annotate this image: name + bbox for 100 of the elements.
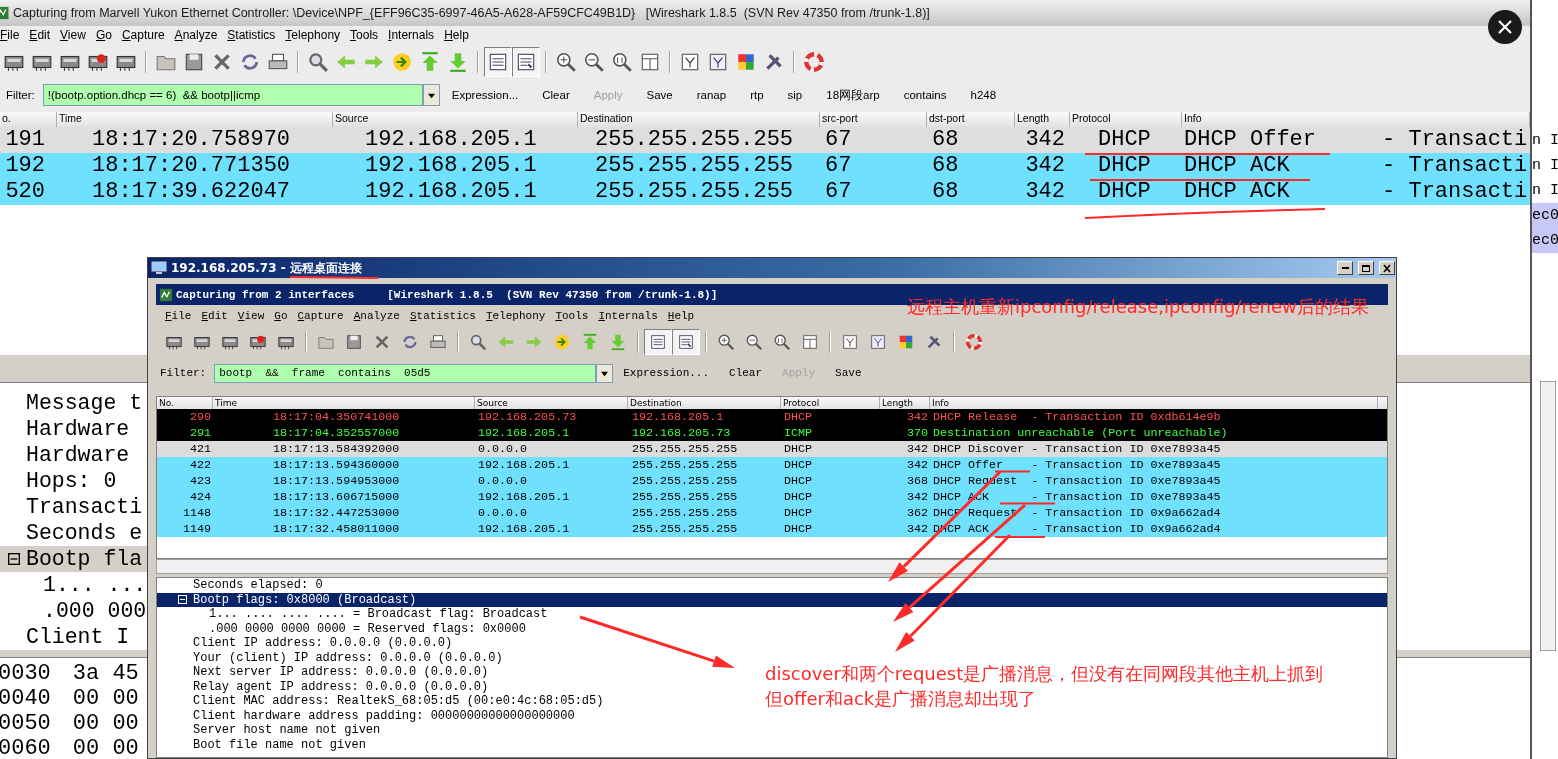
filter-toolbar-button[interactable]: rtp	[738, 89, 776, 101]
table-cell-text: 255.255.255.255	[631, 507, 739, 519]
table-cell-text: 18:17:20.758970	[91, 129, 292, 151]
table-cell-text: 342	[1024, 155, 1066, 177]
menu-item[interactable]: Edit	[24, 28, 56, 42]
tree-row[interactable]: Seconds e	[0, 520, 143, 546]
packet-row[interactable]: 422 18:17:13.594360000 192.168.205.1 255.255.255.255 DHCP 342 DHCP Offer - Transaction ID 0xe7893a45	[157, 457, 1387, 473]
tree-row[interactable]: Transacti	[0, 494, 143, 520]
menu-item[interactable]: Analyze	[348, 309, 405, 322]
menu-item[interactable]: Analyze	[169, 28, 223, 42]
table-cell-text: 520	[4, 181, 46, 203]
maximize-button[interactable]	[1358, 261, 1374, 275]
table-cell-text: 255.255.255.255	[631, 459, 739, 471]
table-cell-text: 290	[188, 411, 212, 423]
menu-item[interactable]: View	[232, 309, 270, 322]
tree-row[interactable]: Hardware	[0, 442, 130, 468]
table-cell-text: DHCP	[783, 507, 814, 519]
filter-toolbar-button[interactable]: h248	[958, 89, 1009, 101]
table-cell-text: 342	[905, 443, 929, 455]
table-cell-text: 18:17:04.350741000	[272, 411, 401, 423]
table-cell-text: 67	[824, 129, 853, 151]
table-cell-text: ICMP	[783, 427, 814, 439]
menu-item[interactable]: Statistics	[222, 28, 281, 42]
tree-row[interactable]: Client I	[0, 624, 130, 650]
collapse-icon[interactable]	[8, 553, 20, 565]
filter-toolbar-button[interactable]: sip	[775, 89, 815, 101]
close-button[interactable]	[1379, 261, 1395, 275]
packet-row[interactable]: 421 18:17:13.584392000 0.0.0.0 255.255.255.255 DHCP 342 DHCP Discover - Transaction ID 0xe7893a45	[157, 441, 1387, 457]
close-icon	[211, 51, 233, 73]
list-icon	[649, 333, 667, 351]
vertical-scrollbar[interactable]	[1540, 381, 1556, 651]
filter-toolbar-button[interactable]: ranap	[684, 89, 739, 101]
table-cell-text: 68	[931, 155, 960, 177]
dropdown-button[interactable]	[596, 363, 614, 383]
menu-item[interactable]: Capture	[292, 309, 349, 322]
tree-row[interactable]: Server host name not given	[157, 723, 381, 738]
minimize-button[interactable]	[1337, 261, 1353, 275]
menu-item[interactable]: Help	[662, 309, 700, 322]
tree-row[interactable]: Hops: 0	[0, 468, 117, 494]
filter-label: Filter:	[160, 367, 207, 379]
table-cell-text: 342	[905, 491, 929, 503]
filter-toolbar-button[interactable]: Clear	[719, 367, 773, 379]
filter-toolbar-button[interactable]: contains	[891, 89, 959, 101]
filter-toolbar-button[interactable]: 18网段arp	[814, 87, 892, 103]
tree-row[interactable]: Message t	[0, 390, 143, 416]
menu-item[interactable]: Tools	[550, 309, 594, 322]
packet-row[interactable]: 291 18:17:04.352557000 192.168.205.1 192.168.205.73 ICMP 370 Destination unreachable (Port unreachable)	[157, 425, 1387, 441]
filter-input[interactable]: !(bootp.option.dhcp == 6) && bootp||icmp	[42, 84, 423, 106]
hex-offset: 0050	[0, 711, 51, 736]
tree-row[interactable]: Seconds elapsed: 0	[157, 578, 323, 593]
menu-item[interactable]: Internals	[383, 28, 440, 42]
packet-row[interactable]: 290 18:17:04.350741000 192.168.205.73 192.168.205.1 DHCP 342 DHCP Release - Transaction ID 0xdb614e9b	[157, 409, 1387, 425]
filter-toolbar-button[interactable]: Expression...	[439, 89, 531, 101]
tree-row[interactable]: Boot file name not given	[157, 737, 366, 752]
tree-row[interactable]: Bootp fla	[0, 546, 147, 572]
menu-item[interactable]: Statistics	[404, 309, 481, 322]
table-cell-text: 192.168.205.73	[631, 427, 732, 439]
packet-row[interactable]: 191 18:17:20.758970 192.168.205.1 255.255.255.255 67 68 342 DHCP DHCP Offer - Transacti	[0, 127, 1530, 153]
menu-item[interactable]: File	[160, 309, 197, 322]
tree-row[interactable]: Hardware	[0, 416, 130, 442]
maximize-icon	[1361, 263, 1371, 273]
toolbar-button[interactable]	[484, 47, 512, 77]
table-cell-text: 1149	[181, 523, 212, 535]
toolbar-button[interactable]	[672, 329, 700, 355]
filter-toolbar-button[interactable]: Save	[634, 89, 685, 101]
filter-icon	[679, 51, 701, 73]
tree-row[interactable]: Bootp flags: 0x8000 (Broadcast)	[157, 592, 1387, 607]
menu-item[interactable]: View	[55, 28, 91, 42]
menu-item[interactable]: Edit	[196, 309, 233, 322]
filter-toolbar-button[interactable]: Expression...	[613, 367, 720, 379]
filter-icon	[841, 333, 859, 351]
toolbar-button[interactable]	[644, 329, 672, 355]
menu-item[interactable]: Tools	[345, 28, 384, 42]
menu-item[interactable]: Go	[269, 309, 293, 322]
menu-item[interactable]: Internals	[593, 309, 663, 322]
toolbar-button[interactable]	[512, 47, 540, 77]
menu-item[interactable]: File	[0, 28, 25, 42]
tree-row[interactable]: .000 000	[0, 598, 147, 624]
underline-mark	[994, 470, 1031, 473]
packet-row[interactable]: 520 18:17:39.622047 192.168.205.1 255.255.255.255 67 68 342 DHCP DHCP ACK - Transacti	[0, 179, 1530, 205]
tree-item-text: .000 000	[43, 598, 147, 624]
table-cell-text: 0.0.0.0	[477, 507, 529, 519]
packet-row[interactable]: 192 18:17:20.771350 192.168.205.1 255.255.255.255 67 68 342 DHCP DHCP ACK - Transacti	[0, 153, 1530, 179]
table-cell-text: DHCP ACK - Transacti	[1183, 181, 1529, 203]
filter-toolbar-button[interactable]: Clear	[530, 89, 582, 101]
menu-item[interactable]: Help	[439, 28, 474, 42]
menu-item[interactable]: Go	[90, 28, 117, 42]
magnifier-icon	[773, 333, 791, 351]
filter-input[interactable]: bootp && frame contains 05d5	[214, 363, 597, 383]
horizontal-scrollbar[interactable]	[156, 559, 1388, 574]
menu-item[interactable]: Telephony	[480, 309, 551, 322]
tree-row[interactable]: 1... ...	[0, 572, 147, 598]
table-cell-text: DHCP Offer - Transaction ID 0xe7893a45	[932, 459, 1222, 471]
table-cell-text: 342	[1024, 181, 1066, 203]
network-card-icon	[249, 333, 267, 351]
menu-item[interactable]: Telephony	[280, 28, 346, 42]
table-cell-text: 67	[824, 181, 853, 203]
hex-bytes: 00 00	[72, 686, 139, 711]
menu-item[interactable]: Capture	[116, 28, 170, 42]
filter-toolbar-button[interactable]: Save	[825, 367, 872, 379]
